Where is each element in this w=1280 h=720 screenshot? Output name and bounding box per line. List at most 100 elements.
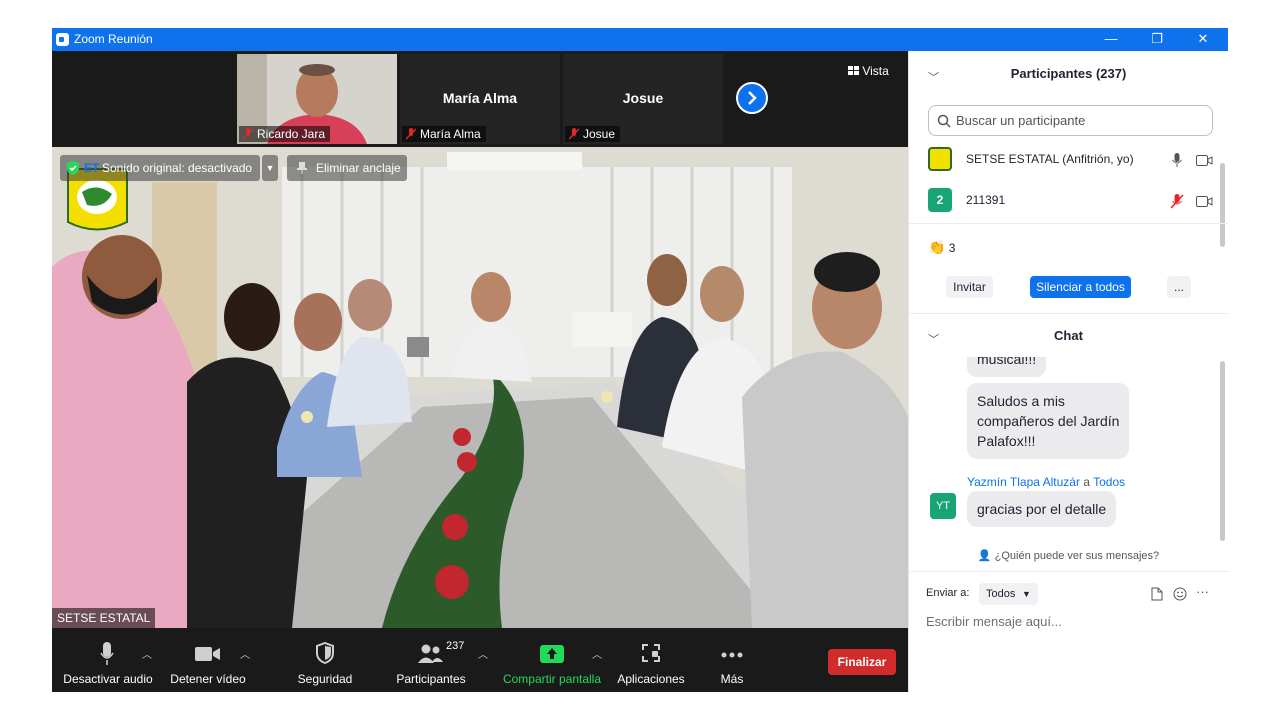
active-speaker-label: SETSE ESTATAL: [52, 608, 156, 628]
search-placeholder: Buscar un participante: [956, 113, 1086, 128]
chat-scrollbar[interactable]: [1220, 361, 1225, 541]
end-meeting-button[interactable]: Finalizar: [828, 649, 896, 675]
participants-icon: [418, 644, 443, 663]
message-visibility-link[interactable]: 👤 ¿Quién puede ver sus mensajes?: [909, 549, 1228, 562]
close-button[interactable]: ✕: [1180, 28, 1226, 51]
muted-mic-icon: [569, 128, 579, 140]
unpin-button[interactable]: Eliminar anclaje: [287, 155, 407, 181]
more-label: Más: [720, 672, 744, 686]
chevron-up-icon[interactable]: ︿: [592, 646, 602, 661]
chat-more-button[interactable]: ···: [1196, 584, 1209, 599]
file-icon[interactable]: [1151, 587, 1163, 601]
participants-count: 237: [446, 640, 465, 652]
tile-label-text: Josue: [583, 127, 616, 141]
tile-name: María Alma: [442, 90, 518, 106]
person-lock-icon: 👤: [977, 550, 992, 562]
view-label: Vista: [862, 64, 889, 78]
chat-recipient[interactable]: Todos: [1093, 475, 1125, 489]
original-sound-button[interactable]: ET Sonido original: desactivado: [60, 155, 260, 181]
chevron-up-icon[interactable]: ︿: [478, 646, 488, 661]
apps-button[interactable]: Aplicaciones: [612, 628, 690, 692]
avatar: YT: [930, 493, 956, 519]
muted-microphone-icon[interactable]: [1170, 194, 1184, 209]
participant-row[interactable]: SETSE ESTATAL (Anfitrión, yo): [928, 142, 1213, 176]
apps-icon: [642, 644, 660, 662]
main-video: ET Sonido original: desactivado ▼ Elimin…: [52, 147, 908, 628]
avatar: [928, 147, 952, 171]
more-button[interactable]: Más: [704, 628, 760, 692]
chat-message-line: compañeros del Jardín: [977, 413, 1120, 429]
chat-message: Saludos a mis compañeros del Jardín Pala…: [967, 383, 1130, 459]
send-to-dropdown[interactable]: Todos ▼: [979, 583, 1038, 605]
reactions-count: 👏 3: [928, 239, 955, 256]
video-camera-icon[interactable]: [1196, 155, 1213, 166]
chat-message-line: Saludos a mis: [977, 393, 1065, 409]
emoji-icon[interactable]: [1173, 587, 1187, 601]
divider: [909, 313, 1228, 314]
share-screen-label: Compartir pantalla: [502, 672, 602, 686]
stop-video-button[interactable]: Detener vídeo: [166, 628, 250, 692]
chevron-down-icon: ▼: [265, 163, 275, 173]
participants-scrollbar[interactable]: [1220, 163, 1225, 247]
participant-strip: Ricardo Jara María Alma María Alma Josue…: [52, 51, 908, 147]
tile-label: Josue: [565, 126, 621, 142]
window-title: Zoom Reunión: [74, 32, 153, 46]
chat-messages: musical!!! Saludos a mis compañeros del …: [909, 357, 1229, 547]
minimize-button[interactable]: —: [1088, 28, 1134, 51]
participant-name: 211391: [966, 193, 1006, 207]
logo-badge-text: ET: [84, 161, 100, 175]
divider: [909, 571, 1228, 572]
participants-header: Participantes (237): [1010, 66, 1127, 81]
tile-label-text: María Alma: [420, 127, 481, 141]
chevron-right-icon: [748, 91, 757, 105]
security-label: Seguridad: [297, 672, 353, 686]
search-icon: [937, 114, 951, 128]
avatar: 2: [928, 188, 952, 212]
zoom-window: Zoom Reunión — ❐ ✕ Ricardo Jara María Al…: [52, 28, 1228, 692]
tile-label: María Alma: [402, 126, 486, 142]
chat-sender-line: Yazmín Tlapa Altuzár a Todos: [967, 475, 1125, 489]
microphone-icon: [100, 642, 114, 665]
message-visibility-label: ¿Quién puede ver sus mensajes?: [994, 550, 1160, 562]
chat-sender-name[interactable]: Yazmín Tlapa Altuzár: [967, 475, 1080, 489]
send-to-value: Todos: [986, 588, 1016, 600]
muted-mic-icon: [406, 128, 416, 140]
video-tile[interactable]: Ricardo Jara: [237, 54, 397, 144]
chat-message: musical!!!: [967, 357, 1047, 377]
microphone-icon[interactable]: [1172, 153, 1182, 167]
participants-button[interactable]: 237 Participantes: [388, 628, 474, 692]
chevron-down-icon: ▼: [1022, 589, 1031, 599]
participant-name: SETSE ESTATAL (Anfitrión, yo): [966, 152, 1134, 166]
chevron-up-icon[interactable]: ︿: [142, 646, 152, 661]
shield-icon: [316, 642, 334, 664]
video-tile[interactable]: María Alma María Alma: [400, 54, 560, 144]
participant-row[interactable]: 2 211391: [928, 183, 1213, 217]
video-stage: Ricardo Jara María Alma María Alma Josue…: [52, 51, 908, 692]
view-button[interactable]: Vista: [848, 64, 889, 78]
mute-audio-label: Desactivar audio: [63, 672, 153, 686]
title-bar: Zoom Reunión — ❐ ✕: [52, 28, 1228, 51]
chevron-up-icon[interactable]: ︿: [240, 646, 250, 661]
original-sound-dropdown[interactable]: ▼: [262, 155, 278, 181]
participant-search-input[interactable]: Buscar un participante: [928, 105, 1213, 136]
more-dots-icon: [721, 652, 743, 658]
tile-label: Ricardo Jara: [239, 126, 331, 142]
video-camera-icon[interactable]: [1196, 196, 1213, 207]
apps-label: Aplicaciones: [617, 672, 685, 686]
send-to-label: Enviar a:: [926, 587, 970, 599]
side-panel: ﹀ Participantes (237) Buscar un particip…: [908, 51, 1228, 692]
mute-all-button[interactable]: Silenciar a todos: [1030, 276, 1131, 298]
share-screen-button[interactable]: Compartir pantalla: [498, 628, 606, 692]
shield-check-icon: [67, 161, 79, 175]
security-button[interactable]: Seguridad: [288, 628, 362, 692]
meeting-room-video: [52, 147, 908, 628]
reactions-number: 3: [948, 241, 956, 255]
video-tile[interactable]: Josue Josue: [563, 54, 723, 144]
chat-input[interactable]: Escribir mensaje aquí...: [926, 614, 1216, 629]
participants-more-button[interactable]: ...: [1167, 276, 1191, 298]
invite-button[interactable]: Invitar: [946, 276, 993, 298]
restore-button[interactable]: ❐: [1134, 28, 1180, 51]
meeting-toolbar: Desactivar audio ︿ Detener vídeo ︿ Segur…: [52, 628, 908, 692]
clap-icon: 👏: [928, 239, 946, 255]
next-page-button[interactable]: [736, 82, 768, 114]
